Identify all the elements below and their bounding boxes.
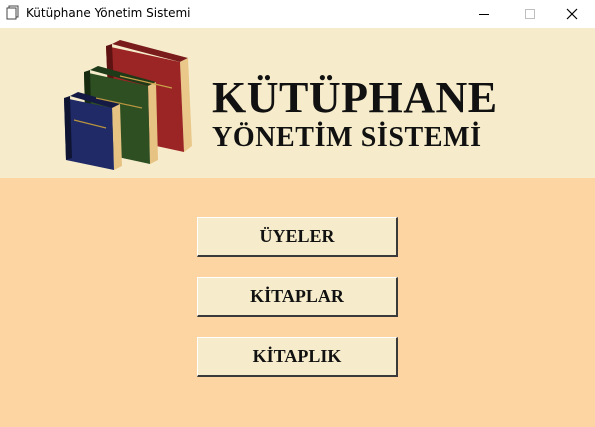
close-icon (566, 8, 578, 20)
library-button[interactable]: KİTAPLIK (197, 337, 398, 377)
app-subtitle: YÖNETİM SİSTEMİ (212, 122, 482, 153)
maximize-icon (525, 9, 535, 19)
maximize-button[interactable] (507, 0, 553, 28)
app-window-icon (6, 5, 19, 20)
app-brand: KÜTÜPHANE YÖNETİM SİSTEMİ (212, 74, 532, 154)
minimize-icon (479, 14, 489, 15)
header-banner: KÜTÜPHANE YÖNETİM SİSTEMİ (0, 28, 595, 178)
app-window: Kütüphane Yönetim Sistemi KÜTÜPHANE YÖNE… (0, 0, 595, 427)
books-button[interactable]: KİTAPLAR (197, 277, 398, 317)
minimize-button[interactable] (461, 0, 507, 28)
main-panel: ÜYELER KİTAPLAR KİTAPLIK (0, 178, 595, 427)
app-title: KÜTÜPHANE (212, 73, 498, 122)
books-stack-icon (64, 40, 192, 170)
title-bar[interactable]: Kütüphane Yönetim Sistemi (0, 0, 595, 28)
members-button[interactable]: ÜYELER (197, 217, 398, 257)
window-title: Kütüphane Yönetim Sistemi (26, 6, 191, 20)
close-button[interactable] (549, 0, 595, 28)
